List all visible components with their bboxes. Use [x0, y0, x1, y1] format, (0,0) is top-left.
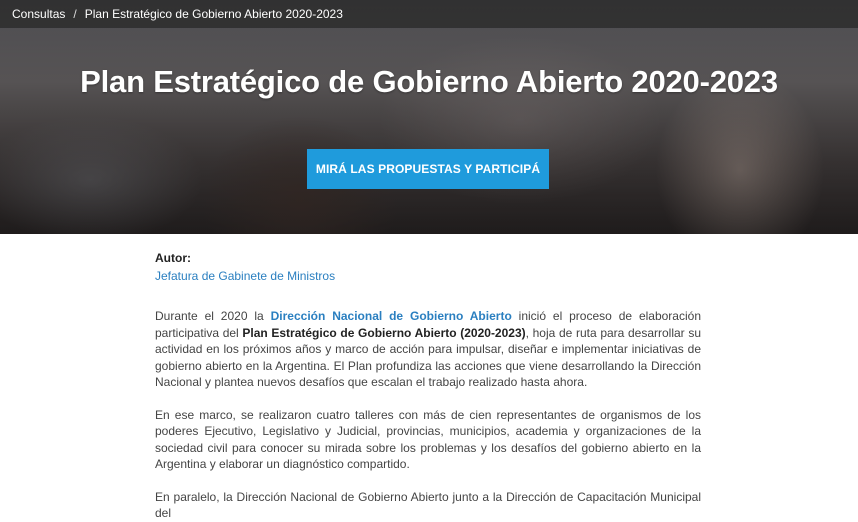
author-label: Autor: [155, 251, 191, 265]
direccion-nacional-link[interactable]: Dirección Nacional de Gobierno Abierto [271, 309, 512, 323]
author-link[interactable]: Jefatura de Gabinete de Ministros [155, 268, 701, 285]
hero-banner: Consultas / Plan Estratégico de Gobierno… [0, 0, 858, 234]
breadcrumb-item-current: Plan Estratégico de Gobierno Abierto 202… [84, 7, 343, 21]
page-title: Plan Estratégico de Gobierno Abierto 202… [80, 64, 778, 99]
intro-text-1: Durante el 2020 la [155, 309, 271, 323]
breadcrumb-separator: / [73, 7, 77, 21]
plan-name-bold: Plan Estratégico de Gobierno Abierto (20… [242, 325, 526, 340]
main-content: Autor: Jefatura de Gabinete de Ministros… [155, 250, 701, 522]
breadcrumb: Consultas / Plan Estratégico de Gobierno… [0, 0, 858, 28]
view-proposals-button[interactable]: MIRÁ LAS PROPUESTAS Y PARTICIPÁ [307, 149, 549, 189]
hero-background-image [0, 0, 858, 234]
parallel-paragraph: En paralelo, la Dirección Nacional de Go… [155, 489, 701, 521]
breadcrumb-item-consultas[interactable]: Consultas [12, 7, 65, 21]
workshops-paragraph: En ese marco, se realizaron cuatro talle… [155, 407, 701, 472]
intro-paragraph: Durante el 2020 la Dirección Nacional de… [155, 308, 701, 391]
